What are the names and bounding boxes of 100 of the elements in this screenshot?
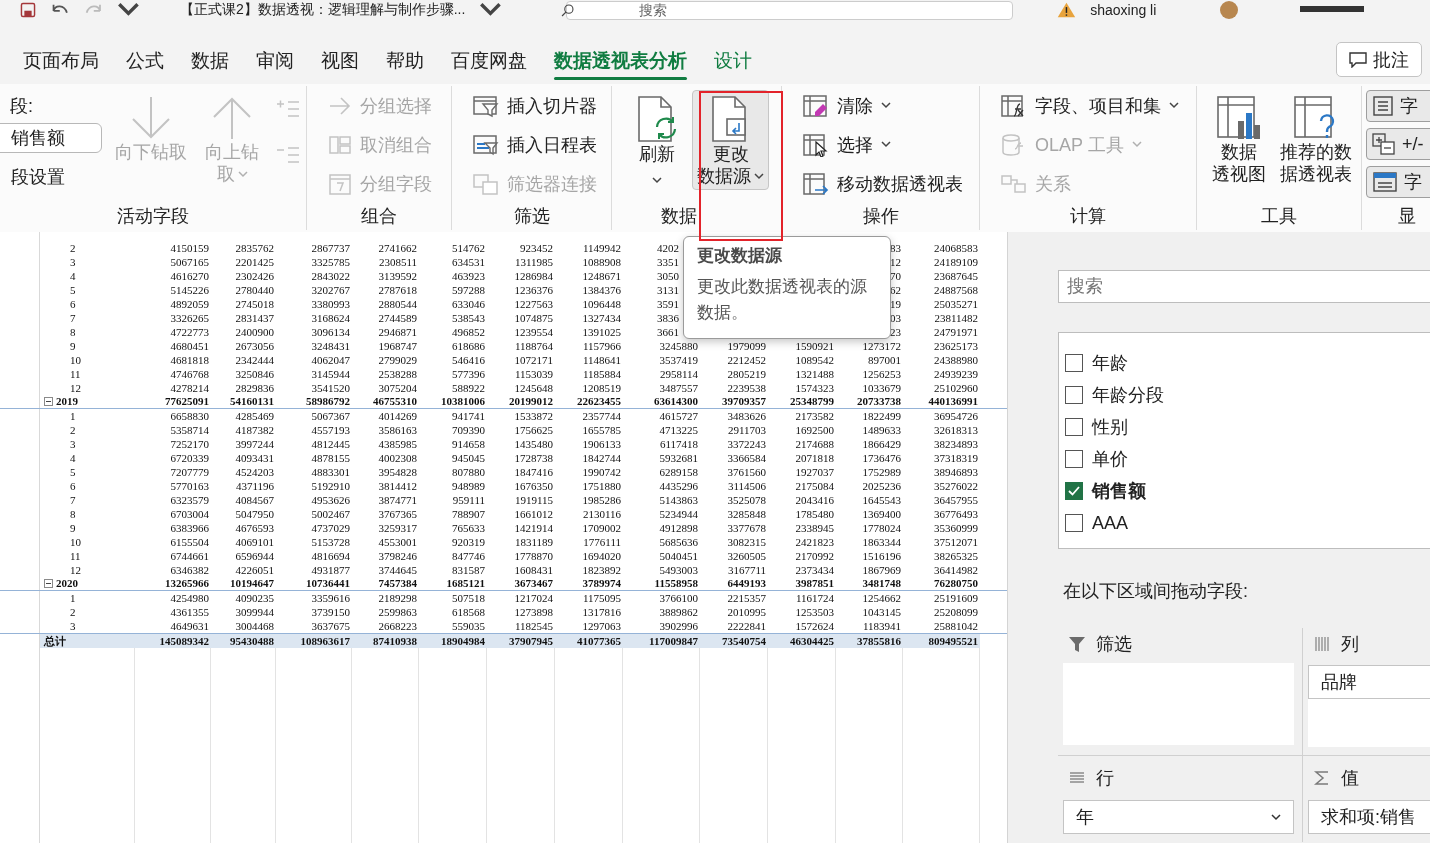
collapse-icon[interactable] [44, 397, 53, 406]
table-cell: 5047950 [235, 508, 274, 520]
table-cell: 3744645 [378, 564, 417, 576]
table-cell: 4912898 [659, 522, 698, 534]
ribbon-button[interactable]: 数据 透视图 [1207, 90, 1271, 188]
save-icon[interactable] [20, 2, 36, 18]
table-cell: 4883301 [311, 466, 350, 478]
table-cell: 3739150 [311, 606, 350, 618]
drop-area[interactable]: 品牌 [1308, 665, 1430, 747]
table-cell: 2175084 [795, 480, 834, 492]
ribbon-button[interactable]: 插入切片器 [470, 86, 600, 125]
table-cell: 4616270 [170, 270, 209, 282]
table-cell: 2880544 [378, 298, 417, 310]
ribbon-tab[interactable]: 帮助 [386, 40, 424, 82]
table-cell: 58986792 [306, 395, 350, 407]
checkbox[interactable] [1065, 482, 1083, 500]
field-name[interactable]: 年龄 [1092, 351, 1128, 375]
table-cell: 2170992 [795, 550, 834, 562]
field-name[interactable]: AAA [1092, 512, 1129, 534]
checkbox[interactable] [1065, 354, 1083, 372]
group-label: 筛选 [512, 205, 551, 228]
ribbon-tab[interactable]: 页面布局 [23, 40, 99, 82]
table-cell: 2911703 [727, 424, 766, 436]
cursor-icon [803, 132, 829, 157]
table-cell: 4676593 [235, 522, 274, 534]
field-name[interactable]: 年龄分段 [1092, 383, 1164, 407]
ribbon-button[interactable]: 选择 [800, 125, 966, 164]
row-label: 1 [70, 409, 76, 423]
avatar-icon[interactable] [1220, 1, 1239, 19]
table-cell: 3168624 [311, 312, 350, 324]
text-field[interactable]: 销售额 [0, 123, 102, 153]
document-title: 【正式课2】数据透视：逻辑理解与制作步骤... [179, 1, 466, 19]
ribbon-button[interactable]: 刷新 [630, 90, 684, 188]
ribbon-tab[interactable]: 设计 [714, 40, 752, 82]
field-chip[interactable]: 品牌 [1308, 665, 1430, 699]
table-cell: 3586163 [378, 424, 417, 436]
table-cell: 41077365 [577, 635, 621, 647]
ribbon-tab[interactable]: 数据 [191, 40, 229, 82]
table-cell: 3248431 [311, 340, 350, 352]
ribbon-button[interactable]: 插入日程表 [470, 125, 600, 164]
table-cell: 1985286 [582, 494, 621, 506]
checkbox[interactable] [1065, 418, 1083, 436]
table-cell: 1208519 [582, 382, 621, 394]
table-cell: 5145226 [170, 284, 209, 296]
ribbon-tab[interactable]: 百度网盘 [451, 40, 527, 82]
table-cell: 10736441 [306, 577, 350, 589]
ribbon-button[interactable]: 推荐的数 据透视表 [1275, 90, 1357, 188]
row-label: 3 [70, 255, 76, 269]
table-cell: 1273898 [514, 606, 553, 618]
table-cell: 3380993 [311, 298, 350, 310]
table-cell: 23625173 [934, 340, 978, 352]
checkbox[interactable] [1065, 386, 1083, 404]
group-label: 组合 [360, 205, 398, 228]
ribbon-tab[interactable]: 审阅 [256, 40, 294, 82]
checkbox[interactable] [1065, 450, 1083, 468]
row-label: 6 [70, 479, 76, 493]
table-cell: 1273172 [862, 340, 901, 352]
table-cell: 2239538 [727, 382, 766, 394]
ribbon-tab[interactable]: 视图 [321, 40, 359, 82]
table-cell: 4084567 [235, 494, 274, 506]
table-cell: 145089342 [159, 635, 209, 647]
table-cell: 597288 [452, 284, 485, 296]
table-cell: 1185884 [582, 368, 621, 380]
ribbon-tab[interactable]: 公式 [126, 40, 164, 82]
search-field[interactable]: 搜索 [1058, 270, 1430, 303]
row-label: 5 [70, 465, 76, 479]
table-cell: 1327434 [582, 312, 621, 324]
ribbon-tab[interactable]: 数据透视表分析 [554, 40, 687, 82]
field-name[interactable]: 性别 [1092, 415, 1128, 439]
row-label: 10 [70, 535, 81, 549]
expand-rows-icon [275, 99, 301, 119]
table-cell: 3099944 [235, 606, 274, 618]
warning-icon[interactable] [1057, 2, 1077, 18]
field-chip[interactable]: 求和项:销售 [1308, 800, 1430, 834]
table-cell: 1752989 [862, 466, 901, 478]
search-field[interactable]: 搜索 [566, 0, 1014, 20]
collapse-icon[interactable] [44, 579, 53, 588]
row-label: 10 [70, 353, 81, 367]
table-cell: 1778870 [514, 550, 553, 562]
table-cell: 5040451 [659, 550, 698, 562]
field-name[interactable]: 单价 [1092, 447, 1128, 471]
ribbon-button[interactable]: 清除 [800, 86, 966, 125]
table-cell: 1776111 [583, 536, 621, 548]
table-cell: 634531 [452, 256, 485, 268]
ribbon-button[interactable]: 段设置 [10, 157, 102, 196]
user-name: shaoxing li [1090, 2, 1157, 18]
table-cell: 3326265 [170, 312, 209, 324]
table-cell: 3377678 [727, 522, 766, 534]
table-cell: 1863344 [862, 536, 901, 548]
ribbon-button[interactable]: 移动数据透视表 [800, 164, 966, 203]
table-cell: 2308511 [378, 256, 417, 268]
comment-button[interactable]: 批注 [1336, 42, 1422, 77]
checkbox[interactable] [1065, 514, 1083, 532]
table-cell: 24939239 [934, 368, 978, 380]
table-cell: 5143863 [659, 494, 698, 506]
table-cell: 4385985 [378, 438, 417, 450]
table-cell: 38265325 [934, 550, 978, 562]
field-name[interactable]: 销售额 [1092, 479, 1146, 503]
ribbon-button[interactable]: 字段、项目和集 [998, 86, 1182, 125]
field-chip[interactable]: 年 [1063, 800, 1294, 834]
